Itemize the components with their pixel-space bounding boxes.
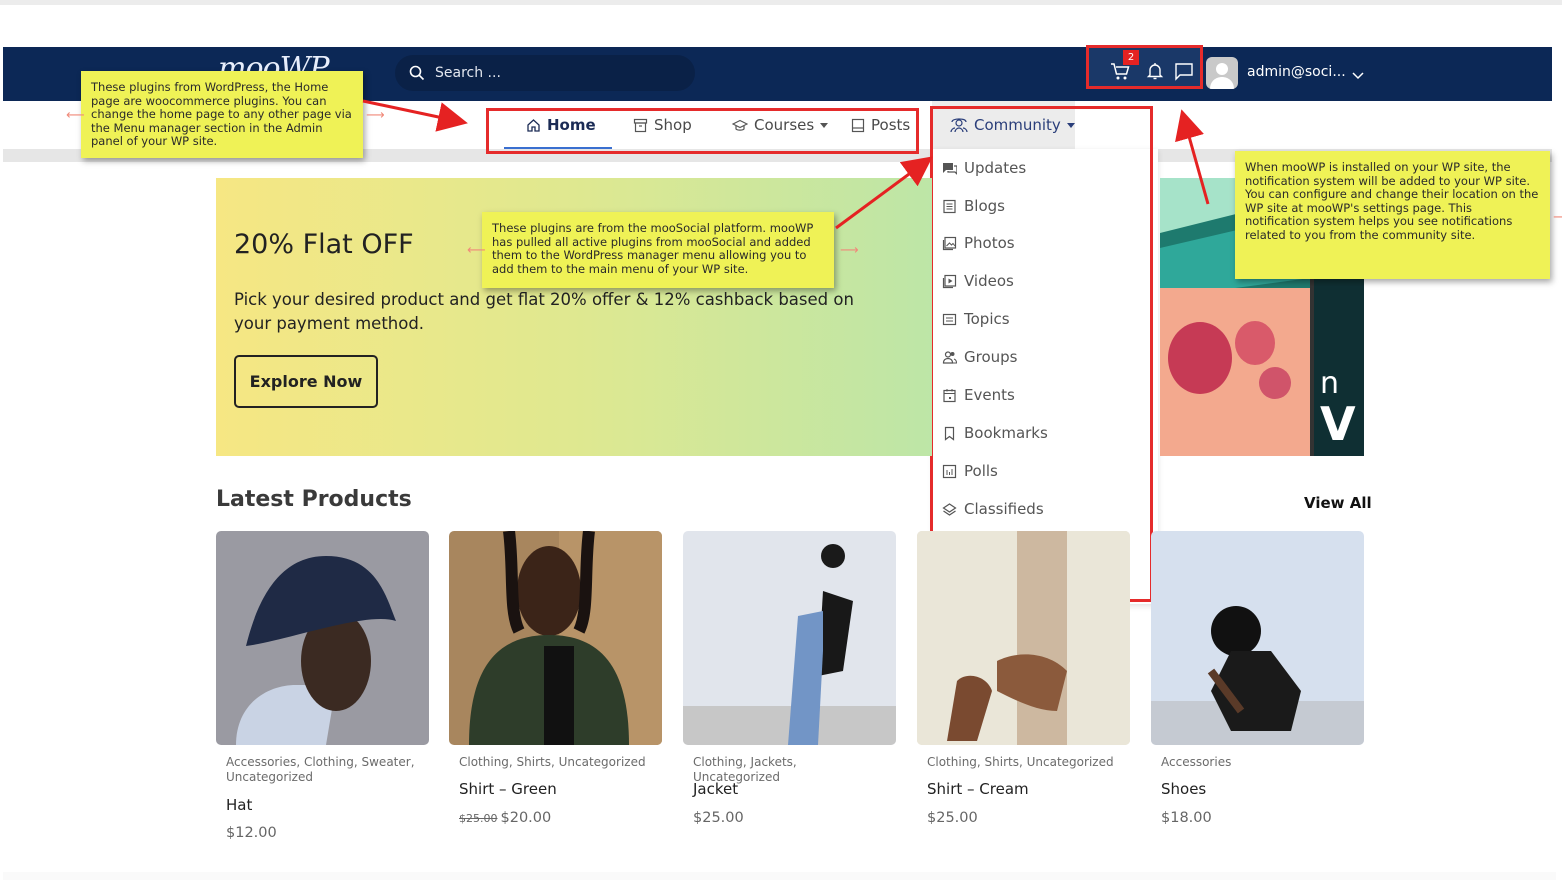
product-image-shirt-cream[interactable] — [917, 531, 1130, 745]
wp-plugins-highlight — [486, 108, 919, 154]
product-price: $18.00 — [1161, 810, 1212, 826]
svg-text:V: V — [1320, 397, 1356, 451]
product-categories[interactable]: Accessories, Clothing, Sweater, Uncatego… — [226, 755, 416, 785]
product-image-shirt-green[interactable] — [449, 531, 662, 745]
product-name[interactable]: Jacket — [693, 780, 738, 798]
product-price: $12.00 — [226, 825, 277, 841]
moosocial-plugins-highlight — [930, 106, 1153, 602]
product-current-price: $12.00 — [226, 825, 277, 841]
product-name[interactable]: Shoes — [1161, 780, 1206, 798]
product-current-price: $25.00 — [927, 810, 978, 826]
search-icon — [409, 65, 425, 81]
product-name[interactable]: Hat — [226, 796, 252, 814]
chevron-down-icon[interactable] — [1352, 66, 1364, 85]
search-input[interactable] — [435, 65, 675, 81]
user-silhouette-icon — [1210, 63, 1234, 89]
avatar[interactable] — [1206, 57, 1238, 89]
bell-icon — [1146, 63, 1164, 80]
hero-subtitle: Pick your desired product and get flat 2… — [234, 290, 854, 333]
arrow-right-icon: ⟶ — [840, 243, 859, 258]
annotation-moosocial-plugins: These plugins are from the mooSocial pla… — [482, 212, 834, 288]
hero-title: 20% Flat OFF — [234, 229, 414, 260]
annotation-wp-plugins: These plugins from WordPress, the Home p… — [81, 71, 363, 158]
notifications-button[interactable] — [1144, 60, 1166, 82]
messages-button[interactable] — [1173, 60, 1195, 82]
product-image-shoes[interactable] — [1151, 531, 1364, 745]
notification-icons-highlight: 2 — [1086, 45, 1203, 89]
product-current-price: $25.00 — [693, 810, 744, 826]
svg-text:n: n — [1320, 366, 1339, 401]
annotation-notifications: When mooWP is installed on your WP site,… — [1235, 151, 1550, 279]
explore-now-button[interactable]: Explore Now — [234, 355, 378, 408]
product-old-price: $25.00 — [459, 812, 498, 825]
view-all-link[interactable]: View All — [1304, 494, 1372, 512]
product-price: $25.00 — [693, 810, 744, 826]
product-image-jacket[interactable] — [683, 531, 896, 745]
search-box[interactable] — [395, 55, 695, 91]
arrow-left-icon: ⟵ — [467, 243, 486, 258]
product-name[interactable]: Shirt – Green — [459, 780, 557, 798]
top-strip — [0, 0, 1562, 5]
cart-count-badge: 2 — [1123, 50, 1139, 65]
product-current-price: $18.00 — [1161, 810, 1212, 826]
latest-products-title: Latest Products — [216, 487, 412, 512]
username[interactable]: admin@soci... — [1247, 64, 1346, 80]
product-categories[interactable]: Clothing, Shirts, Uncategorized — [927, 755, 1117, 770]
product-price: $25.00 $20.00 — [459, 810, 551, 826]
product-price: $25.00 — [927, 810, 978, 826]
arrow-left-icon: ⟵ — [66, 108, 85, 123]
message-icon — [1175, 63, 1193, 81]
product-categories[interactable]: Accessories — [1161, 755, 1351, 770]
product-name[interactable]: Shirt – Cream — [927, 780, 1029, 798]
arrow-right-icon: ⟶ — [1553, 210, 1562, 225]
product-current-price: $20.00 — [500, 810, 552, 826]
product-image-hat[interactable] — [216, 531, 429, 745]
product-categories[interactable]: Clothing, Shirts, Uncategorized — [459, 755, 649, 770]
bottom-strip — [3, 872, 1556, 880]
arrow-right-icon: ⟶ — [366, 108, 385, 123]
